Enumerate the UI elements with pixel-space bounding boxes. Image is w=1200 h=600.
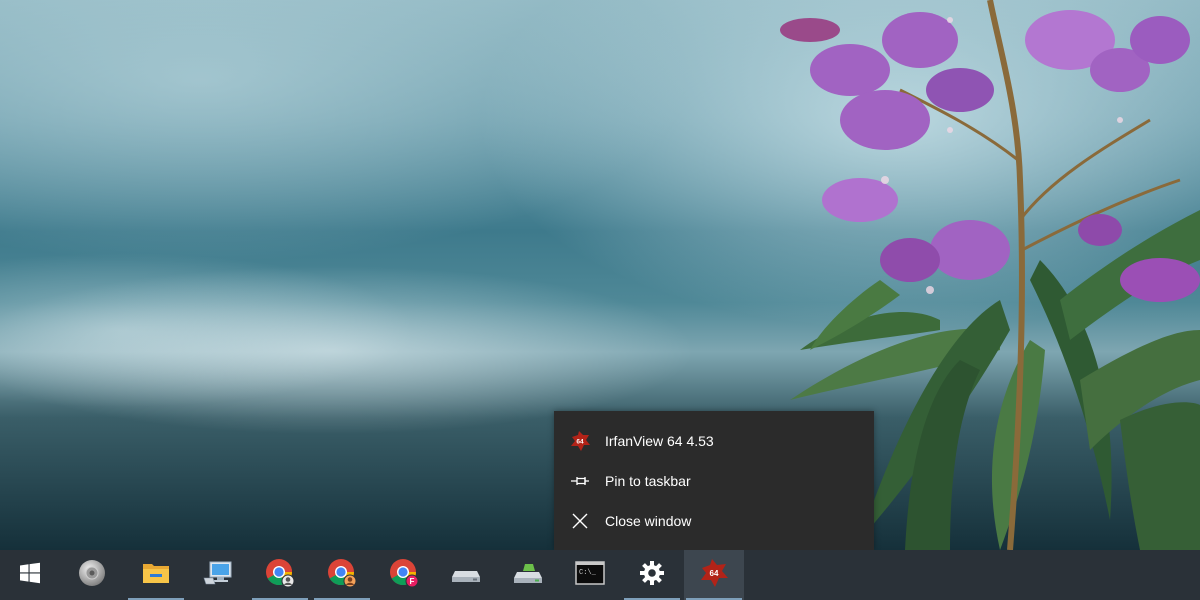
close-icon <box>568 509 592 533</box>
settings-button[interactable] <box>622 550 682 600</box>
irfanview-badge-text: 64 <box>576 439 584 446</box>
pin-icon <box>568 469 592 493</box>
gear-icon <box>639 560 665 591</box>
chrome-icon: F <box>388 557 420 594</box>
folder-icon <box>142 561 170 590</box>
irfanview-badge-text: 64 <box>710 569 719 578</box>
drive-green-icon <box>513 562 543 589</box>
computer-icon <box>203 560 233 591</box>
speaker-icon <box>77 558 107 593</box>
terminal-glyph-text: C:\_ <box>579 569 597 577</box>
irfanview-button[interactable]: 64 <box>684 550 744 600</box>
drive-button[interactable] <box>436 550 496 600</box>
windows-logo-icon <box>19 562 41 589</box>
chrome-icon <box>264 557 296 594</box>
chrome-profile-1-button[interactable] <box>250 550 310 600</box>
this-pc-button[interactable] <box>188 550 248 600</box>
speaker-app-button[interactable] <box>62 550 122 600</box>
start-button[interactable] <box>0 550 60 600</box>
jump-list-item-label: IrfanView 64 4.53 <box>605 433 714 449</box>
chrome-profile-3-button[interactable]: F <box>374 550 434 600</box>
jump-list-item-label: Close window <box>605 513 692 529</box>
terminal-icon: C:\_ <box>575 560 605 590</box>
taskbar: F C:\_ 64 <box>0 550 1200 600</box>
jump-list-item-pin[interactable]: Pin to taskbar <box>554 461 874 501</box>
drive-icon <box>451 563 481 588</box>
file-explorer-button[interactable] <box>126 550 186 600</box>
chrome-icon <box>326 557 358 594</box>
jump-list-item-irfanview[interactable]: 64 IrfanView 64 4.53 <box>554 421 874 461</box>
chrome-profile-badge-letter: F <box>410 577 415 586</box>
irfanview-icon: 64 <box>698 558 730 593</box>
chrome-profile-2-button[interactable] <box>312 550 372 600</box>
jump-list-item-label: Pin to taskbar <box>605 473 691 489</box>
irfanview-icon: 64 <box>568 429 592 453</box>
command-prompt-button[interactable]: C:\_ <box>560 550 620 600</box>
drive-2-button[interactable] <box>498 550 558 600</box>
jump-list-item-close[interactable]: Close window <box>554 501 874 541</box>
taskbar-jump-list: 64 IrfanView 64 4.53 Pin to taskbar Clos… <box>554 411 874 550</box>
